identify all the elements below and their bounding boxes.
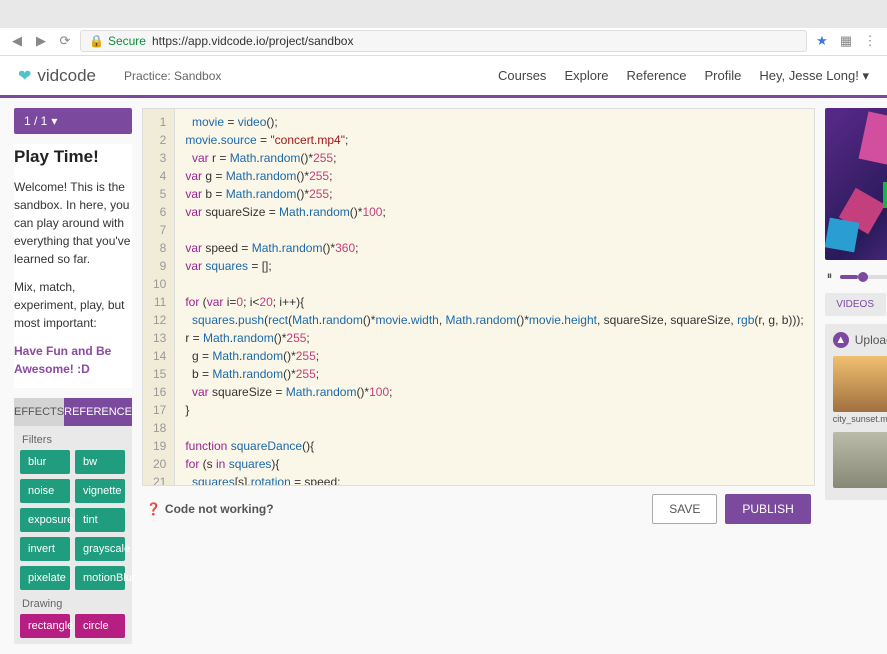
app-body: 1 / 1 ▾ Play Time! Welcome! This is the …: [0, 98, 887, 654]
asset-item[interactable]: city_sunset.mp4: [833, 356, 887, 426]
filter-vignette[interactable]: vignette: [75, 479, 125, 503]
app-topnav: ❤ vidcode Practice: Sandbox Courses Expl…: [0, 56, 887, 98]
secure-badge: 🔒 Secure: [89, 34, 146, 48]
asset-name: city_sunset.mp4: [833, 412, 887, 426]
instructions-p1: Welcome! This is the sandbox. In here, y…: [14, 178, 132, 268]
publish-button[interactable]: PUBLISH: [725, 494, 810, 524]
asset-item[interactable]: [833, 432, 887, 492]
tab-effects[interactable]: EFFECTS: [14, 398, 64, 426]
nav-greeting[interactable]: Hey, Jesse Long! ▾: [759, 68, 869, 84]
brand-name: vidcode: [37, 66, 96, 86]
code-editor[interactable]: 1234567891011121314151617181920212223242…: [142, 108, 815, 486]
chevron-down-icon: ▾: [862, 68, 869, 83]
upload-label: Upload File: [855, 333, 887, 347]
palette: EFFECTS REFERENCE Filters blurbwnoisevig…: [14, 398, 132, 644]
page-title: Play Time!: [14, 144, 132, 170]
filter-grayscale[interactable]: grayscale: [75, 537, 125, 561]
chevron-down-icon: ▾: [51, 114, 57, 128]
filter-pixelate[interactable]: pixelate: [20, 566, 70, 590]
preview-square: [883, 182, 887, 208]
right-column: ⏸ 0:08 ↻ ⤢ VIDEOS PHOTOS GRAPHICS AUDIO …: [825, 108, 887, 644]
browser-nav: ◀ ▶ ⟳ 🔒 Secure https://app.vidcode.io/pr…: [0, 28, 887, 56]
asset-grid: city_sunset.mp4dog_and_tennis_ball.mp4co…: [833, 356, 887, 492]
instructions-p2: Mix, match, experiment, play, but most i…: [14, 278, 132, 332]
filter-noise[interactable]: noise: [20, 479, 70, 503]
nav-reference[interactable]: Reference: [627, 68, 687, 83]
timeline-fill: [840, 275, 858, 279]
browser-tab-strip: [0, 0, 887, 28]
video-preview[interactable]: [825, 108, 887, 260]
preview-square: [858, 112, 887, 169]
left-column: 1 / 1 ▾ Play Time! Welcome! This is the …: [14, 108, 132, 644]
drawing-label: Drawing: [14, 590, 132, 614]
nav-explore[interactable]: Explore: [564, 68, 608, 83]
nav-courses[interactable]: Courses: [498, 68, 546, 83]
timeline-knob[interactable]: [858, 272, 868, 282]
filters-grid: blurbwnoisevignetteexposuretintinvertgra…: [14, 450, 132, 590]
upload-icon: ▲: [833, 332, 849, 348]
upload-file[interactable]: ▲ Upload File: [833, 332, 887, 348]
code-body[interactable]: movie = video();movie.source = "concert.…: [175, 109, 813, 485]
address-bar[interactable]: 🔒 Secure https://app.vidcode.io/project/…: [80, 30, 807, 52]
pause-icon[interactable]: ⏸: [827, 270, 833, 283]
preview-square: [825, 218, 859, 253]
palette-tabs: EFFECTS REFERENCE: [14, 398, 132, 426]
save-button[interactable]: SAVE: [652, 494, 717, 524]
line-gutter: 1234567891011121314151617181920212223242…: [143, 109, 175, 485]
drawing-circle[interactable]: circle: [75, 614, 125, 638]
instructions-fun: Have Fun and Be Awesome! :D: [14, 342, 132, 378]
asset-thumb: [833, 356, 887, 412]
center-column: 1234567891011121314151617181920212223242…: [142, 108, 815, 644]
asset-panel: ▲ Upload File city_sunset.mp4dog_and_ten…: [825, 324, 887, 500]
step-text: 1 / 1: [24, 114, 47, 128]
heart-icon: ❤: [18, 66, 31, 86]
nav-profile[interactable]: Profile: [705, 68, 742, 83]
extension-icon[interactable]: ▦: [837, 32, 855, 50]
menu-icon[interactable]: ⋮: [861, 32, 879, 50]
editor-footer: ❓ Code not working? SAVE PUBLISH: [142, 492, 815, 526]
filter-tint[interactable]: tint: [75, 508, 125, 532]
code-not-working[interactable]: ❓ Code not working?: [146, 502, 274, 516]
back-icon[interactable]: ◀: [8, 32, 26, 50]
secure-label: Secure: [108, 34, 146, 48]
greeting-text: Hey, Jesse Long!: [759, 68, 858, 83]
help-icon: ❓: [146, 502, 161, 516]
filter-invert[interactable]: invert: [20, 537, 70, 561]
instructions: Play Time! Welcome! This is the sandbox.…: [14, 144, 132, 388]
star-icon[interactable]: ★: [813, 32, 831, 50]
brand[interactable]: ❤ vidcode: [18, 66, 96, 86]
forward-icon[interactable]: ▶: [32, 32, 50, 50]
drawing-grid: rectanglecircle: [14, 614, 132, 638]
tab-videos[interactable]: VIDEOS: [825, 293, 886, 316]
filter-bw[interactable]: bw: [75, 450, 125, 474]
editor-actions: SAVE PUBLISH: [652, 494, 810, 524]
player-controls: ⏸ 0:08 ↻ ⤢: [825, 268, 887, 285]
asset-thumb: [833, 432, 887, 488]
lock-icon: 🔒: [89, 34, 104, 48]
drawing-rectangle[interactable]: rectangle: [20, 614, 70, 638]
practice-label: Practice: Sandbox: [124, 69, 221, 83]
filter-motionBlur[interactable]: motionBlur: [75, 566, 125, 590]
filters-label: Filters: [14, 426, 132, 450]
asset-name: [833, 488, 887, 492]
timeline[interactable]: [840, 275, 887, 279]
tab-reference[interactable]: REFERENCE: [64, 398, 132, 426]
filter-blur[interactable]: blur: [20, 450, 70, 474]
filter-exposure[interactable]: exposure: [20, 508, 70, 532]
asset-tabs: VIDEOS PHOTOS GRAPHICS AUDIO: [825, 293, 887, 316]
cnw-text: Code not working?: [165, 502, 274, 516]
reload-icon[interactable]: ⟳: [56, 32, 74, 50]
step-indicator[interactable]: 1 / 1 ▾: [14, 108, 132, 134]
browser-chrome: ◀ ▶ ⟳ 🔒 Secure https://app.vidcode.io/pr…: [0, 0, 887, 56]
url-text: https://app.vidcode.io/project/sandbox: [152, 34, 353, 48]
